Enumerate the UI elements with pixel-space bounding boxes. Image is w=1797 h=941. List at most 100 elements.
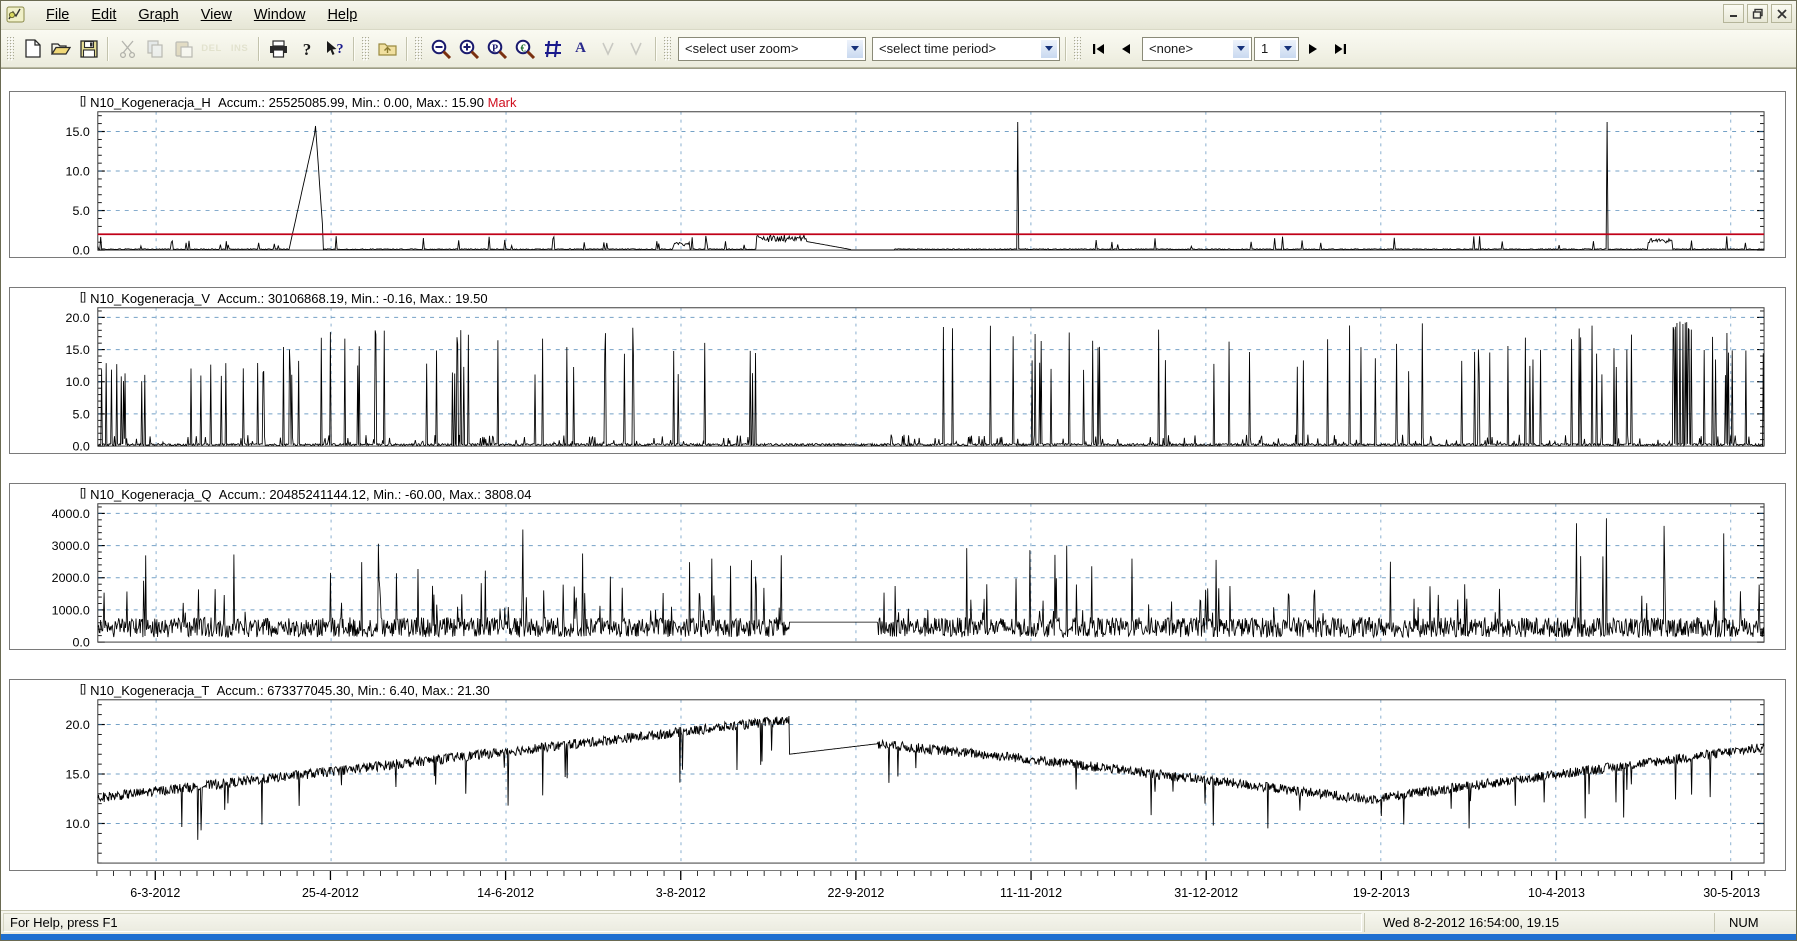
toolbar-grip-1[interactable] (7, 36, 14, 61)
svg-text:?: ? (336, 42, 343, 57)
menu-file[interactable]: File (35, 5, 80, 26)
delete-icon-label: DEL (201, 43, 222, 54)
svg-text:2000.0: 2000.0 (52, 571, 90, 585)
toolbar-grip-2[interactable] (362, 36, 369, 61)
toolbar-separator-2 (258, 36, 260, 61)
folder-up-icon[interactable] (374, 36, 401, 62)
marker-right-icon (623, 36, 650, 62)
chevron-down-icon[interactable] (1279, 38, 1297, 59)
zoom-fit-icon[interactable]: € (511, 36, 538, 62)
svg-text:30-5-2013: 30-5-2013 (1703, 886, 1760, 900)
svg-text:3-8-2012: 3-8-2012 (656, 886, 706, 900)
menu-edit[interactable]: Edit (80, 5, 127, 26)
toolbar: DEL INS ? ? P € A <select user zoom> <se… (1, 30, 1796, 68)
toolbar-grip-3[interactable] (415, 36, 422, 61)
svg-text:19-2-2013: 19-2-2013 (1353, 886, 1410, 900)
svg-text:1000.0: 1000.0 (52, 603, 90, 617)
toolbar-grip-5[interactable] (1074, 36, 1081, 61)
chart-plot-v[interactable]: 0.0 5.0 10.0 15.0 20.0 (10, 288, 1785, 453)
text-annotation-icon[interactable]: A (567, 36, 594, 62)
menu-window[interactable]: Window (243, 5, 317, 26)
chevron-down-icon[interactable] (1040, 38, 1058, 59)
restore-icon[interactable] (1747, 4, 1768, 23)
text-annotation-glyph: A (575, 40, 586, 56)
chart-svg-h: 0.0 5.0 10.0 15.0 (66, 111, 1765, 257)
page-number-select[interactable]: 1 (1254, 36, 1299, 61)
toolbar-grip-4[interactable] (664, 36, 671, 61)
svg-text:10.0: 10.0 (66, 375, 90, 389)
page-number-value: 1 (1261, 40, 1269, 56)
chevron-down-icon[interactable] (846, 38, 864, 59)
chart-plot-q[interactable]: 0.0 1000.0 2000.0 3000.0 4000.0 (10, 484, 1785, 649)
svg-text:3000.0: 3000.0 (52, 539, 90, 553)
app-graph-icon (6, 6, 26, 24)
close-icon[interactable] (1771, 4, 1792, 23)
nav-first-button[interactable] (1086, 37, 1112, 61)
status-datetime: Wed 8-2-2012 16:54:00, 19.15 (1364, 913, 1714, 932)
svg-text:25-4-2012: 25-4-2012 (302, 886, 359, 900)
svg-text:0.0: 0.0 (72, 244, 89, 257)
grid-icon[interactable] (539, 36, 566, 62)
chart-plot-t[interactable]: 10.0 15.0 20.0 (10, 680, 1785, 870)
svg-text:15.0: 15.0 (66, 343, 90, 357)
svg-text:20.0: 20.0 (66, 718, 90, 732)
application-window: File Edit Graph View Window Help DEL INS… (0, 0, 1797, 941)
chevron-down-icon[interactable] (1232, 38, 1250, 59)
print-icon[interactable] (265, 36, 292, 62)
help-question-icon[interactable]: ? (293, 36, 320, 62)
nav-next-button[interactable] (1300, 37, 1326, 61)
svg-text:0.0: 0.0 (72, 636, 89, 649)
svg-text:6-3-2012: 6-3-2012 (130, 886, 180, 900)
nav-last-button[interactable] (1327, 37, 1353, 61)
nav-prev-button[interactable] (1113, 37, 1139, 61)
selector-value: <none> (1149, 40, 1194, 56)
svg-text:?: ? (302, 40, 311, 58)
paste-icon (170, 36, 197, 62)
chart-svg-q: 0.0 1000.0 2000.0 3000.0 4000.0 (52, 503, 1765, 649)
cut-scissors-icon (114, 36, 141, 62)
taskbar-strip (1, 934, 1796, 940)
chart-xaxis: 6-3-2012 25-4-2012 14-6-2012 3-8-2012 22-9-2… (9, 871, 1786, 910)
status-num-indicator: NUM (1714, 913, 1794, 932)
zoom-in-icon[interactable] (455, 36, 482, 62)
chart-panel-q[interactable]: [] N10_Kogeneracja_Q Accum.: 20485241144.… (9, 483, 1786, 650)
menu-edit-label: Edit (91, 6, 117, 23)
new-icon[interactable] (19, 36, 46, 62)
menu-window-label: Window (253, 6, 306, 23)
svg-text:10.0: 10.0 (66, 817, 90, 831)
svg-text:P: P (491, 43, 497, 54)
delete-icon: DEL (198, 36, 225, 62)
time-period-select[interactable]: <select time period> (872, 36, 1060, 61)
save-disk-icon[interactable] (75, 36, 102, 62)
open-folder-icon[interactable] (47, 36, 74, 62)
chart-panel-t[interactable]: [] N10_Kogeneracja_T Accum.: 673377045.30… (9, 679, 1786, 871)
time-period-value: <select time period> (879, 40, 997, 56)
chart-panel-h[interactable]: [] N10_Kogeneracja_H Accum.: 25525085.99,… (9, 91, 1786, 258)
svg-text:15.0: 15.0 (66, 125, 90, 139)
svg-text:10-4-2013: 10-4-2013 (1528, 886, 1585, 900)
chart-panel-v[interactable]: [] N10_Kogeneracja_V Accum.: 30106868.19,… (9, 287, 1786, 454)
zoom-out-icon[interactable] (427, 36, 454, 62)
menu-view-label: View (200, 6, 232, 23)
svg-text:0.0: 0.0 (72, 440, 89, 453)
svg-text:5.0: 5.0 (72, 407, 89, 421)
context-help-icon[interactable]: ? (321, 36, 348, 62)
menu-help[interactable]: Help (316, 5, 368, 26)
toolbar-separator-6 (1065, 36, 1067, 61)
svg-text:22-9-2012: 22-9-2012 (827, 886, 884, 900)
status-help-text: For Help, press F1 (3, 913, 1362, 932)
chart-plot-h[interactable]: 0.0 5.0 10.0 15.0 (10, 92, 1785, 257)
selector-select[interactable]: <none> (1142, 36, 1252, 61)
minimize-icon[interactable] (1723, 4, 1744, 23)
chart-svg-t: 10.0 15.0 20.0 (66, 699, 1765, 864)
menu-graph[interactable]: Graph (127, 5, 189, 26)
zoom-previous-icon[interactable]: P (483, 36, 510, 62)
toolbar-separator-4 (406, 36, 408, 61)
menu-view[interactable]: View (190, 5, 243, 26)
svg-text:11-11-2012: 11-11-2012 (1000, 886, 1062, 900)
toolbar-separator-3 (353, 36, 355, 61)
status-bar: For Help, press F1 Wed 8-2-2012 16:54:00… (1, 910, 1796, 934)
chart-svg-v: 0.0 5.0 10.0 15.0 20.0 (66, 307, 1765, 453)
user-zoom-select[interactable]: <select user zoom> (678, 36, 866, 61)
menu-bar: File Edit Graph View Window Help (1, 1, 1796, 30)
